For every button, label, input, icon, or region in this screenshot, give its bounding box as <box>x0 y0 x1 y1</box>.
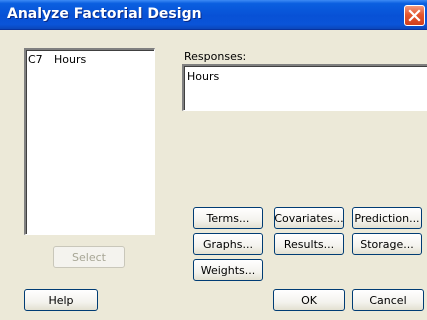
ok-button[interactable]: OK <box>273 289 345 311</box>
graphs-button[interactable]: Graphs... <box>193 233 263 255</box>
storage-button[interactable]: Storage... <box>352 233 422 255</box>
help-button[interactable]: Help <box>24 289 98 311</box>
column-id: C7 <box>28 53 43 66</box>
window-title: Analyze Factorial Design <box>7 6 202 22</box>
weights-button[interactable]: Weights... <box>193 259 263 281</box>
close-button[interactable] <box>404 5 425 26</box>
list-item[interactable]: C7 Hours <box>28 53 86 66</box>
cancel-button[interactable]: Cancel <box>352 289 424 311</box>
responses-input[interactable]: Hours <box>182 64 427 111</box>
responses-label: Responses: <box>184 50 247 63</box>
variables-list[interactable]: C7 Hours <box>24 48 155 235</box>
prediction-button[interactable]: Prediction... <box>352 207 422 229</box>
results-button[interactable]: Results... <box>274 233 344 255</box>
responses-value: Hours <box>187 70 220 83</box>
terms-button[interactable]: Terms... <box>193 207 263 229</box>
select-button[interactable]: Select <box>53 246 125 268</box>
title-bar: Analyze Factorial Design <box>0 0 427 30</box>
close-icon <box>408 9 421 22</box>
column-name: Hours <box>54 53 87 66</box>
covariates-button[interactable]: Covariates... <box>274 207 344 229</box>
